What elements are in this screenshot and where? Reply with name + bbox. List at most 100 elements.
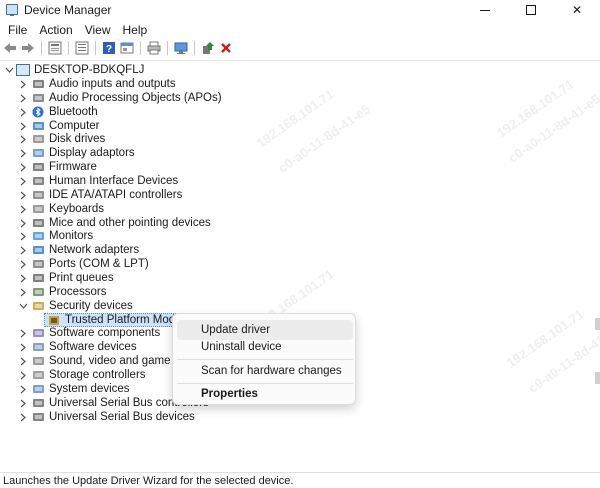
chevron-right-icon[interactable] [18,218,28,228]
software-component-icon [32,327,45,339]
toolbar-separator [41,41,42,55]
tree-category[interactable]: Audio Processing Objects (APOs) [18,91,222,105]
chevron-right-icon[interactable] [18,287,28,297]
properties-button[interactable] [47,40,63,56]
chevron-right-icon[interactable] [18,134,28,144]
tree-category-label: Universal Serial Bus devices [49,411,195,423]
status-bar: Launches the Update Driver Wizard for th… [0,472,600,488]
update-driver-button[interactable] [200,40,216,56]
chevron-right-icon[interactable] [18,412,28,422]
tree-category[interactable]: Disk drives [18,132,105,146]
tree-root[interactable]: DESKTOP-BDKQFLJ [4,63,144,77]
back-button[interactable] [2,40,18,56]
tree-category-label: Keyboards [49,203,104,215]
list-view-button[interactable] [74,40,90,56]
chevron-right-icon[interactable] [18,245,28,255]
scan-hardware-button[interactable] [173,40,189,56]
tree-category[interactable]: Display adaptors [18,146,135,160]
tree-category[interactable]: Audio inputs and outputs [18,77,176,91]
menu-scan-hardware[interactable]: Scan for hardware changes [177,361,353,381]
chevron-right-icon[interactable] [18,176,28,186]
chevron-right-icon[interactable] [18,93,28,103]
help-button[interactable]: ? [101,40,117,56]
toolbar-separator [68,41,69,55]
chevron-down-icon[interactable] [4,65,14,75]
chevron-right-icon[interactable] [18,328,28,338]
tree-category[interactable]: Computer [18,119,100,133]
menu-separator [177,359,353,360]
chevron-right-icon[interactable] [18,259,28,269]
tree-category-label: Storage controllers [49,369,146,381]
print-button[interactable] [146,40,162,56]
chevron-right-icon[interactable] [18,342,28,352]
security-icon [32,300,45,312]
chevron-right-icon[interactable] [18,121,28,131]
tree-category[interactable]: Firmware [18,160,97,174]
tree-category[interactable]: Human Interface Devices [18,174,178,188]
update-driver-icon [203,42,214,54]
chevron-down-icon[interactable] [18,301,28,311]
tree-category[interactable]: System devices [18,382,130,396]
tree-category[interactable]: Universal Serial Bus devices [18,410,195,424]
tree-category[interactable]: Storage controllers [18,368,146,382]
tree-category[interactable]: Monitors [18,229,93,243]
menu-file[interactable]: File [2,21,33,39]
menu-action[interactable]: Action [33,21,78,39]
chevron-right-icon[interactable] [18,162,28,172]
help-icon: ? [103,42,115,55]
close-button[interactable]: ✕ [554,0,600,20]
tree-category-label: Ports (COM & LPT) [49,258,149,270]
menu-view[interactable]: View [79,21,117,39]
tree-category[interactable]: Network adapters [18,243,139,257]
chevron-right-icon[interactable] [18,384,28,394]
tree-category-label: Processors [49,286,107,298]
chevron-right-icon[interactable] [18,148,28,158]
toolbar-separator [167,41,168,55]
mouse-icon [32,217,45,229]
chevron-right-icon[interactable] [18,356,28,366]
details-button[interactable] [119,40,135,56]
storage-icon [32,369,45,381]
tree-category[interactable]: Keyboards [18,202,104,216]
watermark-text: 192.168.101.71 [493,76,577,141]
computer-icon [32,120,45,132]
tree-category[interactable]: IDE ATA/ATAPI controllers [18,188,182,202]
chevron-right-icon[interactable] [18,398,28,408]
menu-uninstall-device[interactable]: Uninstall device [177,337,353,357]
tree-category[interactable]: Processors [18,285,107,299]
tree-category[interactable]: Ports (COM & LPT) [18,257,149,271]
chevron-right-icon[interactable] [18,231,28,241]
tree-category-label: Human Interface Devices [49,175,179,187]
chevron-right-icon[interactable] [18,79,28,89]
chevron-right-icon[interactable] [18,370,28,380]
menu-properties[interactable]: Properties [177,384,353,404]
computer-icon [16,64,30,76]
scan-monitor-icon [174,42,188,54]
tree-category[interactable]: Security devices [18,299,133,313]
background-window-edge [595,372,600,384]
chevron-right-icon[interactable] [18,107,28,117]
ide-icon [32,189,45,201]
tree-category-label: Network adapters [49,244,140,256]
tree-category-label: Software devices [49,341,137,353]
forward-button[interactable] [20,40,36,56]
toolbar-separator [140,41,141,55]
tree-category-label: Print queues [49,272,114,284]
chevron-right-icon[interactable] [18,190,28,200]
minimize-button[interactable] [462,0,508,20]
tree-category[interactable]: Mice and other pointing devices [18,216,211,230]
maximize-button[interactable] [508,0,554,20]
close-icon: ✕ [571,3,583,17]
uninstall-button[interactable] [218,40,234,56]
chevron-right-icon[interactable] [18,204,28,214]
menu-help[interactable]: Help [117,21,154,39]
display-adapter-icon [32,147,45,159]
tree-category-label: Display adaptors [49,147,135,159]
chevron-right-icon[interactable] [18,273,28,283]
menu-bar: File Action View Help [0,20,600,40]
tree-category[interactable]: Software components [18,326,160,340]
tree-category[interactable]: Print queues [18,271,114,285]
tree-category[interactable]: Software devices [18,340,137,354]
tree-category-label: System devices [49,383,130,395]
tree-category[interactable]: Bluetooth [18,105,98,119]
